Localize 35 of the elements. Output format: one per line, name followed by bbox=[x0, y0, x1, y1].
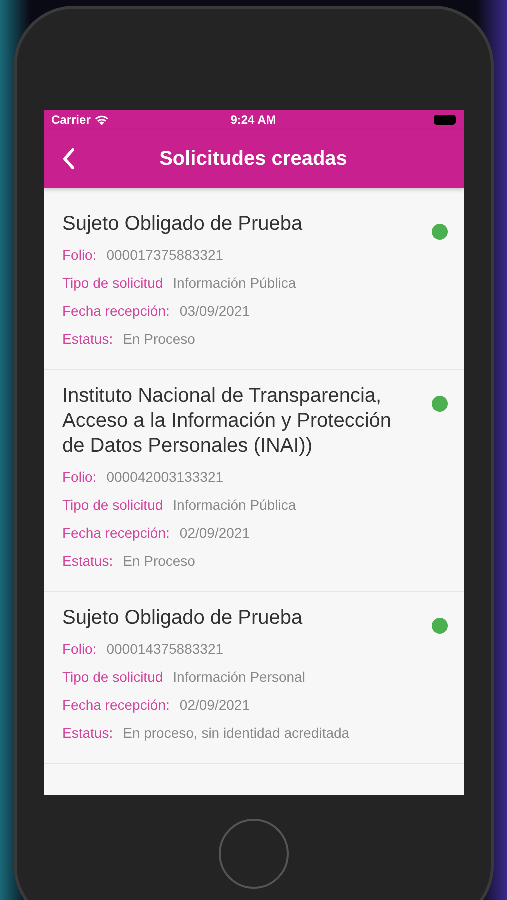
field-value: En Proceso bbox=[123, 552, 196, 570]
request-title: Sujeto Obligado de Prueba bbox=[62, 212, 304, 237]
field-value: 03/09/2021 bbox=[180, 302, 250, 320]
request-card[interactable]: Sujeto Obligado de Prueba Folio: 000017375883321 Tipo de solicitud Información Pública Fecha recepción: 03/09/2021 Estatus: En Proceso bbox=[44, 198, 464, 370]
field-label: Fecha recepción: bbox=[62, 524, 170, 543]
wifi-icon bbox=[94, 114, 109, 126]
field-label: Fecha recepción: bbox=[62, 696, 170, 715]
request-title: Instituto Nacional de Transparencia, Acceso a la Información y Protección de Datos Personales (INAI)) bbox=[62, 384, 393, 459]
screen-title: Solicitudes creadas bbox=[158, 147, 348, 172]
field-label: Fecha recepción: bbox=[62, 302, 170, 321]
field-label: Tipo de solicitud bbox=[62, 274, 164, 293]
field-label: Folio: bbox=[62, 468, 97, 486]
field-value: 000017375883321 bbox=[106, 246, 224, 264]
carrier-label: Carrier bbox=[52, 112, 91, 129]
field-value: En Proceso bbox=[123, 330, 196, 348]
field-label: Folio: bbox=[62, 246, 97, 264]
back-icon bbox=[62, 148, 76, 170]
field-label: Tipo de solicitud bbox=[62, 496, 164, 515]
field-value: En proceso, sin identidad acreditada bbox=[123, 724, 350, 743]
field-value: Información Personal bbox=[173, 668, 306, 686]
field-label: Estatus: bbox=[62, 724, 114, 742]
field-value: 000042003133321 bbox=[106, 468, 224, 486]
request-card[interactable]: Sujeto Obligado de Prueba Folio: 000014375883321 Tipo de solicitud Información Personal Fecha recepción: 02/09/2021 Estatus: En proceso, sin identidad acreditada bbox=[44, 592, 464, 764]
request-title: Sujeto Obligado de Prueba bbox=[62, 606, 304, 631]
field-label: Folio: bbox=[62, 640, 97, 658]
field-value: 02/09/2021 bbox=[180, 524, 250, 542]
field-label: Estatus: bbox=[62, 330, 114, 348]
field-value: Información Pública bbox=[173, 496, 296, 514]
clock-time: 9:24 AM bbox=[230, 112, 278, 129]
field-value: Información Pública bbox=[173, 274, 296, 292]
field-label: Tipo de solicitud bbox=[62, 668, 164, 687]
battery-icon bbox=[434, 115, 456, 125]
field-value: 000014375883321 bbox=[106, 640, 224, 658]
field-value: 02/09/2021 bbox=[180, 696, 250, 714]
field-label: Estatus: bbox=[62, 552, 114, 570]
